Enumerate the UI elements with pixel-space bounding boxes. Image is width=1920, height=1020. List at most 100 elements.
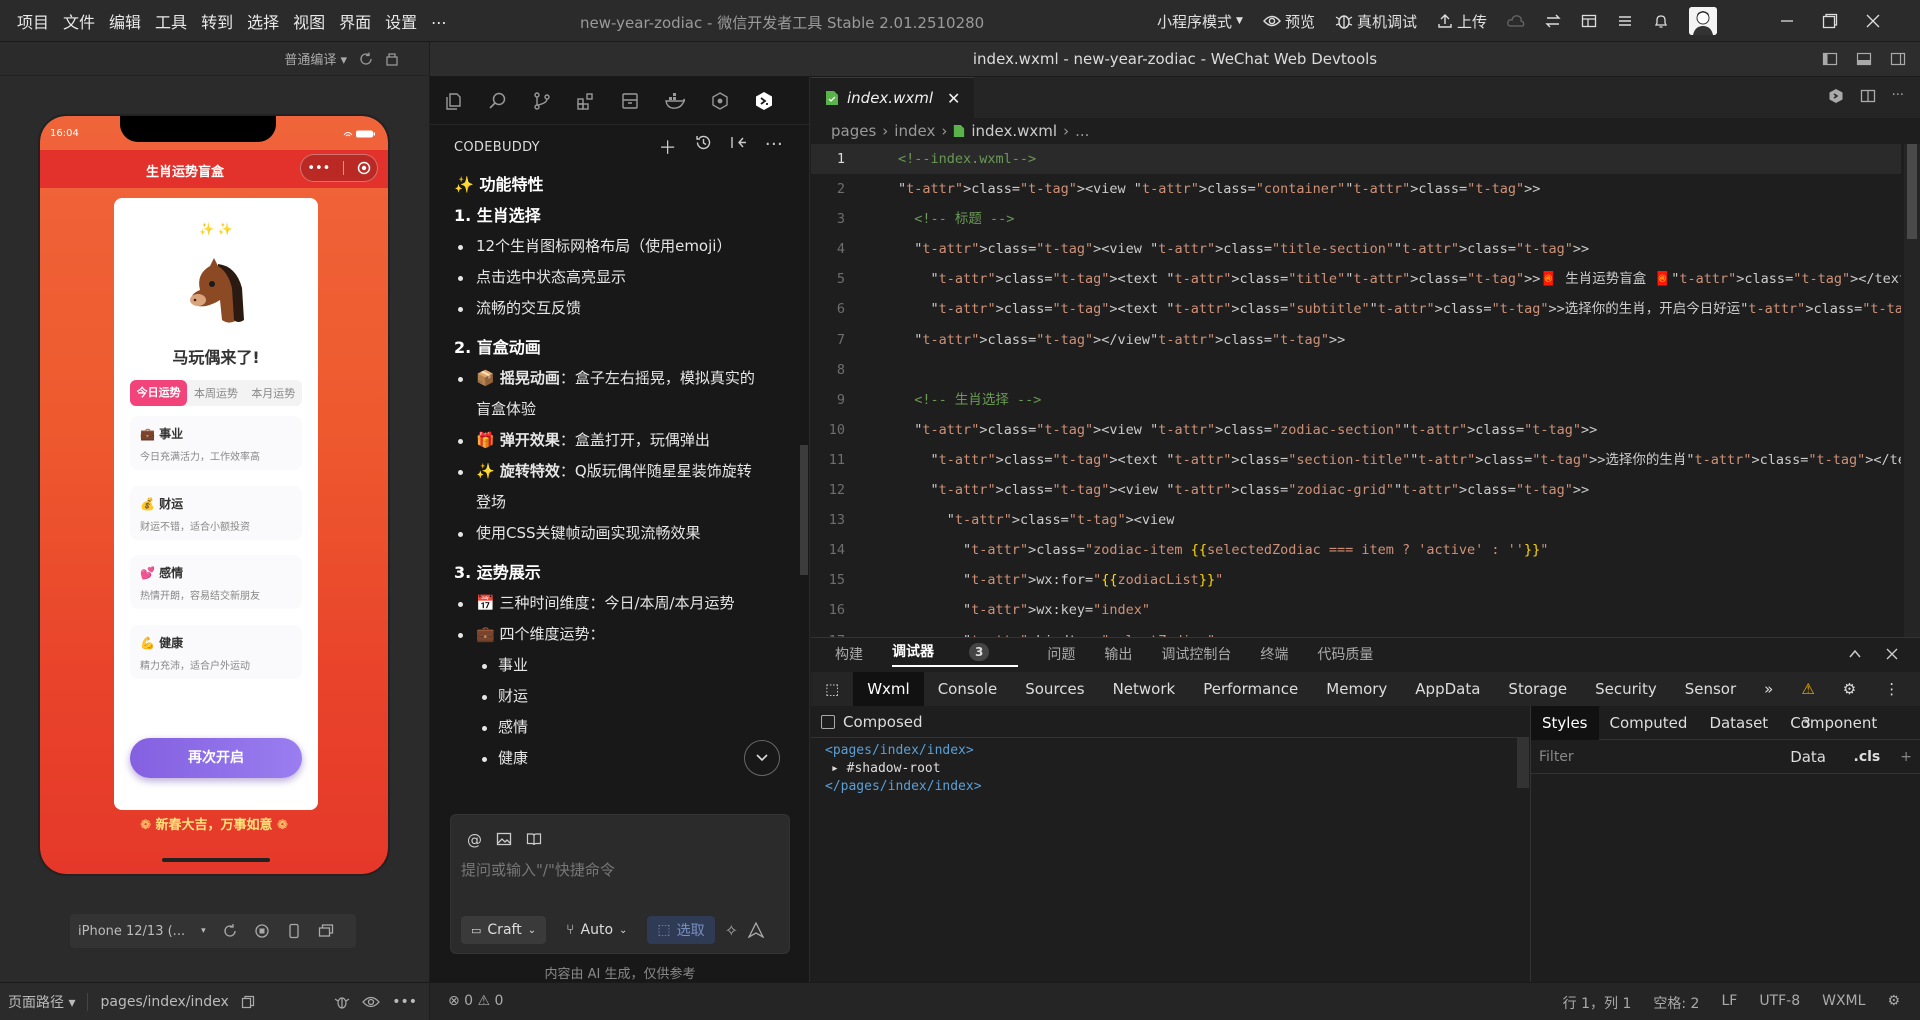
code-line[interactable]: 15 "t-attr">wx:for="{{zodiacList}}" xyxy=(811,565,1901,595)
copy-icon[interactable] xyxy=(241,995,255,1009)
tab-styles[interactable]: Styles xyxy=(1531,705,1599,740)
code-line[interactable]: 16 "t-attr">wx:key="index" xyxy=(811,595,1901,625)
book-icon[interactable] xyxy=(526,831,542,847)
menu-settings[interactable]: 设置 xyxy=(378,9,424,33)
cloud-icon[interactable] xyxy=(1507,14,1525,28)
split-editor-icon[interactable] xyxy=(1860,88,1876,104)
close-icon[interactable] xyxy=(1886,648,1898,660)
codebuddy-icon[interactable] xyxy=(754,91,774,111)
breadcrumb-item[interactable]: index.wxml xyxy=(971,122,1057,140)
code-line[interactable]: 17 "t-attr">bindtap="selectZodiac" xyxy=(811,626,1901,638)
tab-performance[interactable]: Performance xyxy=(1189,672,1312,706)
breadcrumb-item[interactable]: ... xyxy=(1075,122,1089,140)
tab-build[interactable]: 构建 xyxy=(835,644,863,664)
composed-checkbox[interactable] xyxy=(821,714,835,729)
chevron-up-icon[interactable] xyxy=(1848,648,1862,660)
chat-scrollbar[interactable] xyxy=(800,445,808,575)
select-element-button[interactable]: ⬚ 选取 xyxy=(647,916,715,944)
avatar[interactable] xyxy=(1688,7,1717,35)
tab-month[interactable]: 本月运势 xyxy=(245,385,302,401)
bug-icon[interactable] xyxy=(334,994,350,1010)
tab-terminal[interactable]: 终端 xyxy=(1260,644,1288,664)
tab-sources[interactable]: Sources xyxy=(1011,672,1098,706)
model-dropdown[interactable]: ⑂ Auto ⌄ xyxy=(556,916,637,944)
close-target-icon[interactable] xyxy=(357,161,371,175)
tab-console[interactable]: Console xyxy=(924,672,1012,706)
tab-problems[interactable]: 问题 xyxy=(1047,644,1075,664)
dock-icon[interactable]: ▣ xyxy=(1913,672,1920,706)
search-icon[interactable] xyxy=(488,91,508,111)
tree-node[interactable]: </pages/index/index> xyxy=(825,778,1529,796)
tab-output[interactable]: 输出 xyxy=(1104,644,1132,664)
menu-edit[interactable]: 编辑 xyxy=(102,9,148,33)
toggle-left-panel-icon[interactable] xyxy=(1822,51,1838,67)
menu-goto[interactable]: 转到 xyxy=(194,9,240,33)
tab-debugger[interactable]: 调试器 3 xyxy=(892,641,1019,667)
toggle-bottom-panel-icon[interactable] xyxy=(1856,51,1872,67)
toggle-right-panel-icon[interactable] xyxy=(1890,51,1906,67)
maximize-icon[interactable] xyxy=(1822,13,1838,29)
reopen-button[interactable]: 再次开启 xyxy=(130,738,302,778)
code-line[interactable]: 13 "t-attr">class="t-tag"><view xyxy=(811,505,1901,535)
multi-window-icon[interactable] xyxy=(318,923,334,939)
eye-icon[interactable] xyxy=(362,995,381,1009)
code-line[interactable]: 3 <!-- 标题 --> xyxy=(811,204,1901,234)
code-line[interactable]: 1 <!--index.wxml--> xyxy=(811,144,1901,175)
more-icon[interactable]: ••• xyxy=(392,994,429,1010)
scroll-thumb[interactable] xyxy=(1907,144,1917,239)
code-line[interactable]: 14 "t-attr">class="zodiac-item {{selecte… xyxy=(811,535,1901,565)
more-tabs-icon[interactable]: » xyxy=(1750,672,1787,706)
menu-interface[interactable]: 界面 xyxy=(332,9,378,33)
more-dots-icon[interactable]: ••• xyxy=(307,161,330,176)
tab-storage[interactable]: Storage xyxy=(1494,672,1581,706)
codebuddy-icon[interactable] xyxy=(1828,88,1844,104)
tab-sensor[interactable]: Sensor xyxy=(1671,672,1750,706)
tab-week[interactable]: 本周运势 xyxy=(187,385,244,401)
collapse-panel-icon[interactable] xyxy=(730,134,747,151)
code-line[interactable]: 11 "t-attr">class="t-tag"><text "t-attr"… xyxy=(811,445,1901,475)
editor-scrollbar[interactable] xyxy=(1904,144,1920,637)
code-line[interactable]: 8 xyxy=(811,355,1901,385)
problems-indicator[interactable]: ⊗ 0 ⚠ 0 xyxy=(448,993,503,1009)
craft-dropdown[interactable]: ▭ Craft ⌄ xyxy=(461,916,547,944)
language-mode[interactable]: WXML xyxy=(1822,993,1865,1013)
tab-network[interactable]: Network xyxy=(1099,672,1190,706)
list-icon[interactable] xyxy=(1617,13,1633,29)
code-line[interactable]: 7 "t-attr">class="t-tag"></view"t-attr">… xyxy=(811,325,1901,355)
rotate-icon[interactable] xyxy=(222,923,238,939)
encoding[interactable]: UTF-8 xyxy=(1759,993,1800,1013)
notification-icon[interactable]: ⚙ xyxy=(1887,993,1900,1013)
line-ending[interactable]: LF xyxy=(1721,993,1737,1013)
code-line[interactable]: 12 "t-attr">class="t-tag"><view "t-attr"… xyxy=(811,475,1901,505)
code-line[interactable]: 4 "t-attr">class="t-tag"><view "t-attr">… xyxy=(811,234,1901,264)
clear-cache-icon[interactable] xyxy=(385,52,399,66)
tab-security[interactable]: Security xyxy=(1581,672,1671,706)
swap-icon[interactable] xyxy=(1545,13,1561,29)
more-icon[interactable]: ··· xyxy=(765,134,783,160)
layout-icon[interactable] xyxy=(1581,13,1597,29)
tree-scrollbar[interactable] xyxy=(1517,738,1529,788)
chat-input[interactable]: 提问或输入"/"快捷命令 xyxy=(461,859,615,880)
tab-appdata[interactable]: AppData xyxy=(1401,672,1494,706)
source-control-icon[interactable] xyxy=(532,91,552,111)
tab-today[interactable]: 今日运势 xyxy=(130,380,188,406)
capsule-menu[interactable]: ••• xyxy=(300,154,378,182)
breadcrumb-item[interactable]: pages xyxy=(831,122,876,140)
extensions-icon[interactable] xyxy=(576,91,596,111)
menu-select[interactable]: 选择 xyxy=(240,9,286,33)
phone-icon[interactable] xyxy=(286,923,302,939)
mode-dropdown[interactable]: 小程序模式 ▼ xyxy=(1157,11,1243,32)
upload-button[interactable]: 上传 xyxy=(1437,11,1487,32)
docker-icon[interactable] xyxy=(664,91,686,111)
tab-code-quality[interactable]: 代码质量 xyxy=(1317,644,1373,664)
code-area[interactable]: 1 <!--index.wxml--> 2 "t-attr">class="t-tag… xyxy=(811,144,1901,637)
tree-node[interactable]: <pages/index/index> xyxy=(825,742,1529,760)
menu-file[interactable]: 文件 xyxy=(56,9,102,33)
close-icon[interactable] xyxy=(1866,14,1880,28)
storage-icon[interactable] xyxy=(620,91,640,111)
refresh-icon[interactable] xyxy=(359,52,373,66)
cursor-position[interactable]: 行 1，列 1 xyxy=(1563,993,1632,1013)
code-line[interactable]: 2 "t-attr">class="t-tag"><view "t-attr">c… xyxy=(811,174,1901,204)
tab-component-data[interactable]: Component Data xyxy=(1779,706,1920,766)
tab-computed[interactable]: Computed xyxy=(1599,706,1699,740)
